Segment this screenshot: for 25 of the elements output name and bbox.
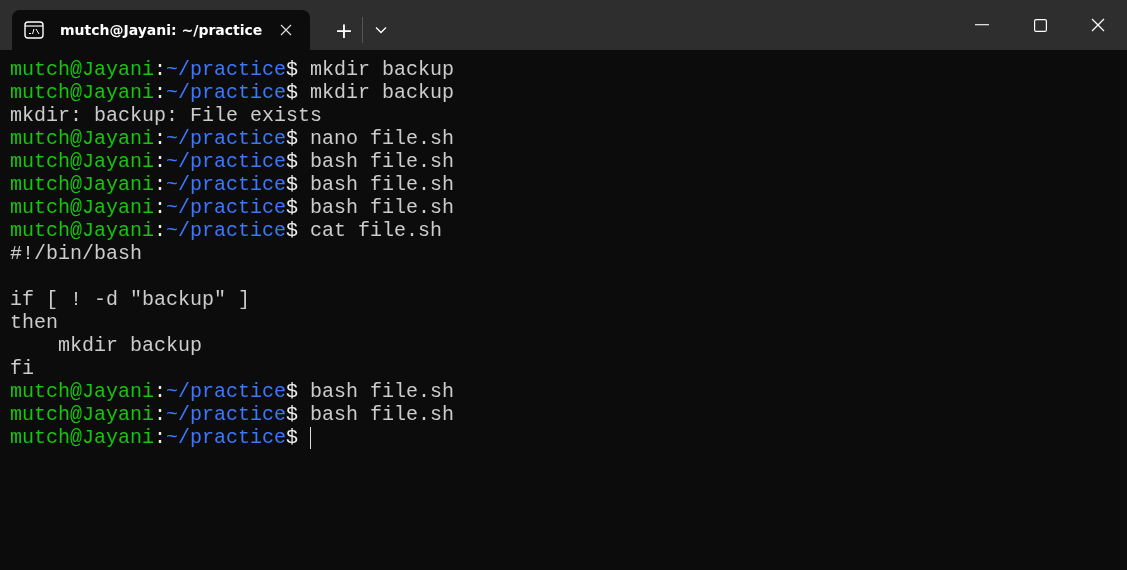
output-line: mkdir backup [57, 334, 203, 357]
prompt-line: mutch@Jayani:~/practice$ bash file.sh [10, 403, 455, 426]
terminal-icon [24, 21, 44, 39]
prompt-line: mutch@Jayani:~/practice$ [10, 426, 299, 449]
prompt-line: mutch@Jayani:~/practice$ bash file.sh [10, 150, 455, 173]
output-line: #!/bin/bash [10, 242, 143, 265]
prompt-line: mutch@Jayani:~/practice$ bash file.sh [10, 173, 455, 196]
output-line: fi [10, 357, 34, 380]
output-line: if [ ! -d "backup" ] [10, 288, 251, 311]
prompt-line: mutch@Jayani:~/practice$ bash file.sh [10, 196, 455, 219]
output-line: mkdir: backup: File exists [10, 104, 323, 127]
close-icon [1091, 18, 1105, 32]
terminal-tab[interactable]: mutch@Jayani: ~/practice [12, 10, 310, 50]
prompt-line: mutch@Jayani:~/practice$ mkdir backup [10, 81, 455, 104]
close-icon [280, 24, 292, 36]
prompt-line: mutch@Jayani:~/practice$ cat file.sh [10, 219, 443, 242]
prompt-line: mutch@Jayani:~/practice$ mkdir backup [10, 58, 455, 81]
output-line: then [10, 311, 58, 334]
minimize-icon [975, 24, 989, 26]
prompt-line: mutch@Jayani:~/practice$ nano file.sh [10, 127, 455, 150]
tab-title: mutch@Jayani: ~/practice [60, 20, 263, 40]
prompt-line: mutch@Jayani:~/practice$ bash file.sh [10, 380, 455, 403]
maximize-icon [1033, 18, 1047, 32]
new-tab-button[interactable]: + [326, 10, 362, 50]
chevron-down-icon [375, 26, 387, 34]
